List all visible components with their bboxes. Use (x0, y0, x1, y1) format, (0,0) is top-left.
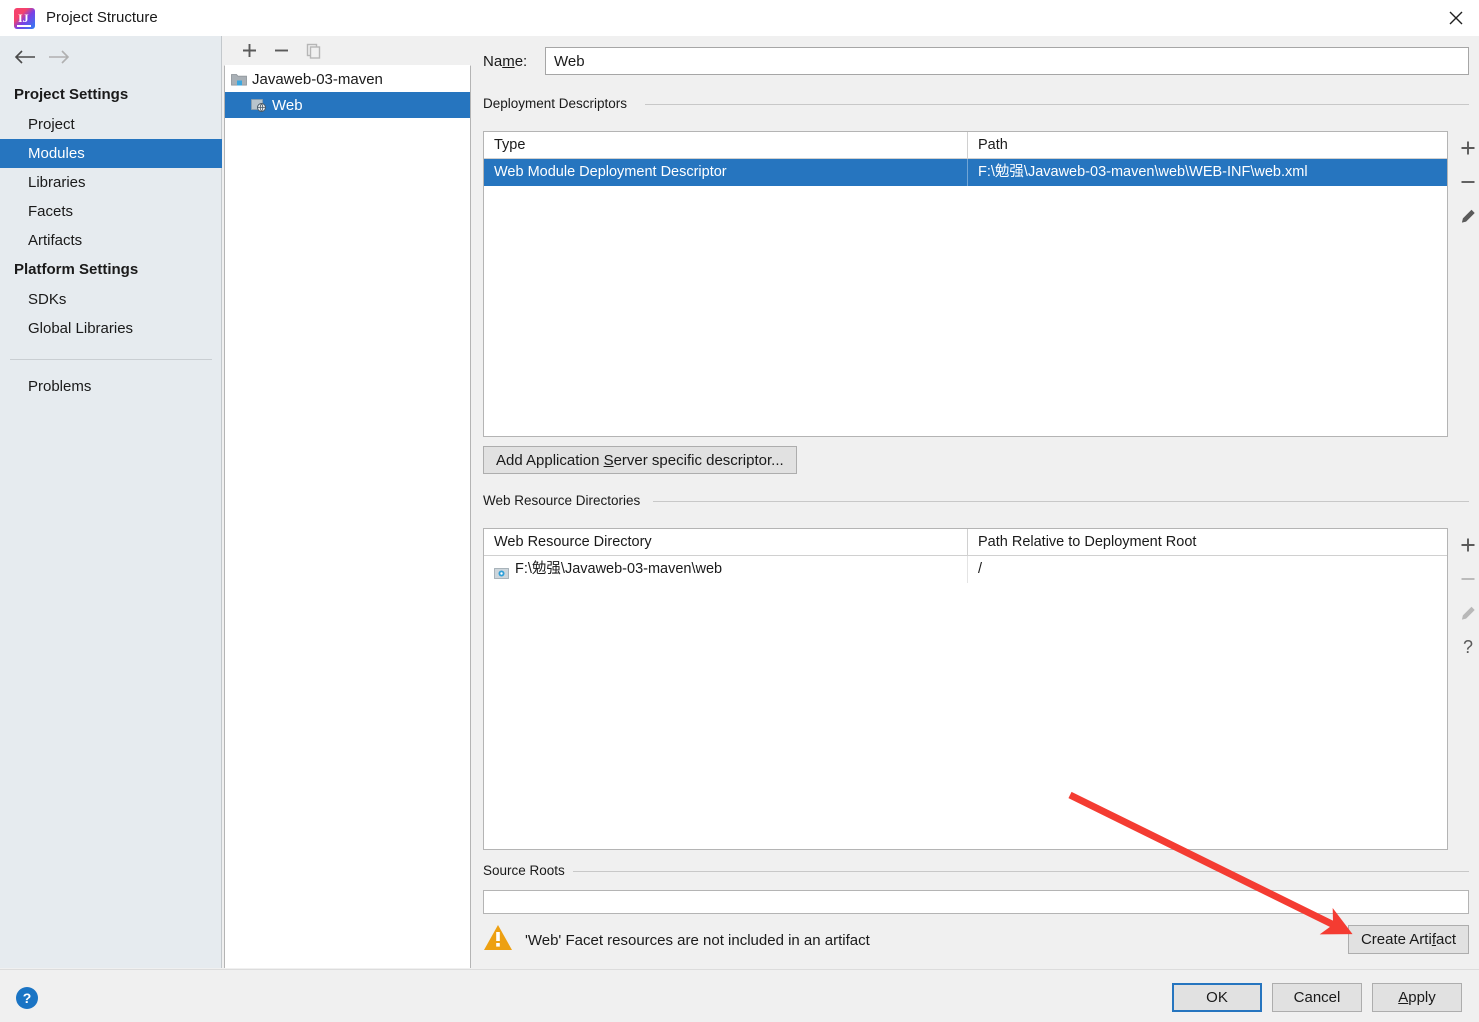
sidebar-item-facets[interactable]: Facets (0, 197, 222, 226)
settings-sidebar: Project Settings Project Modules Librari… (0, 36, 222, 968)
sidebar-divider (10, 359, 212, 360)
add-module-button[interactable] (233, 38, 265, 64)
ok-button[interactable]: OK (1172, 983, 1262, 1012)
cell-web-resource-directory: F:\勉强\Javaweb-03-maven\web (484, 556, 967, 583)
column-header-type[interactable]: Type (484, 132, 967, 159)
create-artifact-button[interactable]: Create Artifact (1347, 925, 1469, 954)
help-circle-icon[interactable]: ? (16, 987, 38, 1009)
table-row[interactable]: Web Module Deployment Descriptor F:\勉强\J… (484, 159, 1447, 186)
source-roots-box[interactable] (483, 890, 1469, 914)
table-header: Web Resource Directory Path Relative to … (484, 529, 1447, 556)
warning-triangle-icon (483, 924, 513, 956)
module-tree-panel: Javaweb-03-maven Web (223, 36, 472, 968)
sidebar-item-artifacts[interactable]: Artifacts (0, 226, 222, 255)
module-name-label: Name: (483, 52, 528, 70)
apply-button-label: Apply (1398, 989, 1436, 1006)
sidebar-item-global-libraries[interactable]: Global Libraries (0, 314, 222, 343)
sidebar-item-problems[interactable]: Problems (0, 372, 222, 401)
add-application-server-descriptor-button[interactable]: Add Application Server specific descript… (483, 446, 797, 474)
add-web-resource-button[interactable] (1451, 528, 1479, 562)
deployment-descriptors-table[interactable]: Type Path Web Module Deployment Descript… (483, 131, 1448, 437)
title-bar: IJ Project Structure (0, 0, 1479, 36)
sidebar-group-platform-settings: Platform Settings (14, 261, 139, 278)
remove-web-resource-button (1451, 562, 1479, 596)
column-header-web-resource-directory[interactable]: Web Resource Directory (484, 529, 967, 556)
help-web-resource-button[interactable]: ? (1451, 630, 1479, 664)
sidebar-item-sdks[interactable]: SDKs (0, 285, 222, 314)
table-header: Type Path (484, 132, 1447, 159)
edit-web-resource-button (1451, 596, 1479, 630)
cell-type: Web Module Deployment Descriptor (494, 164, 727, 180)
column-header-path[interactable]: Path (967, 132, 1447, 159)
settings-category-list: Project Settings Project Modules Librari… (0, 80, 222, 401)
module-tree[interactable]: Javaweb-03-maven Web (224, 65, 471, 968)
facet-warning-row: 'Web' Facet resources are not included i… (483, 924, 870, 956)
project-structure-dialog: IJ Project Structure Project Settings Pr… (0, 0, 1479, 1022)
window-title: Project Structure (46, 9, 158, 26)
arrow-left-icon[interactable] (8, 43, 42, 71)
arrow-right-icon[interactable] (42, 43, 76, 71)
module-tree-toolbar (223, 36, 472, 65)
module-settings-pane: Name: Deployment Descriptors Type Path W… (473, 36, 1479, 968)
tree-node-web[interactable]: Web (225, 92, 470, 118)
remove-descriptor-button[interactable] (1451, 165, 1479, 199)
sidebar-item-libraries[interactable]: Libraries (0, 168, 222, 197)
ok-button-label: OK (1206, 989, 1228, 1006)
web-facet-icon (251, 98, 267, 112)
intellij-idea-icon: IJ (14, 8, 35, 29)
web-resource-directories-group-label: Web Resource Directories (483, 493, 649, 508)
close-icon[interactable] (1433, 0, 1479, 36)
table-row[interactable]: F:\勉强\Javaweb-03-maven\web / (484, 556, 1447, 583)
folder-blue-icon (494, 563, 509, 579)
sidebar-item-project[interactable]: Project (0, 110, 222, 139)
module-name-row: Name: (483, 46, 1469, 76)
web-resource-directories-toolbar: ? (1451, 528, 1479, 664)
cell-relative-path: / (967, 556, 1447, 583)
apply-button[interactable]: Apply (1372, 983, 1462, 1012)
module-name-input[interactable] (545, 47, 1469, 75)
copy-module-button (297, 38, 329, 64)
cell-text: F:\勉强\Javaweb-03-maven\web (515, 561, 723, 577)
tree-node-label: Web (272, 96, 303, 114)
group-divider (653, 501, 1469, 502)
facet-warning-text: 'Web' Facet resources are not included i… (525, 931, 870, 949)
group-divider (568, 871, 1469, 872)
column-header-relative-path[interactable]: Path Relative to Deployment Root (967, 529, 1447, 556)
source-roots-group-label: Source Roots (483, 863, 573, 878)
deployment-descriptors-toolbar (1451, 131, 1479, 233)
edit-descriptor-button[interactable] (1451, 199, 1479, 233)
group-divider (645, 104, 1469, 105)
tree-node-javaweb-03-maven[interactable]: Javaweb-03-maven (225, 66, 470, 92)
cancel-button-label: Cancel (1293, 989, 1341, 1006)
sidebar-group-project-settings: Project Settings (14, 86, 129, 103)
web-resource-directories-table[interactable]: Web Resource Directory Path Relative to … (483, 528, 1448, 850)
module-folder-icon (231, 72, 247, 86)
navigation-arrows (8, 42, 98, 72)
sidebar-item-modules[interactable]: Modules (0, 139, 222, 168)
cell-path: F:\勉强\Javaweb-03-maven\web\WEB-INF\web.x… (967, 159, 1447, 186)
remove-module-button[interactable] (265, 38, 297, 64)
tree-node-label: Javaweb-03-maven (252, 70, 383, 88)
cancel-button[interactable]: Cancel (1272, 983, 1362, 1012)
deployment-descriptors-group-label: Deployment Descriptors (483, 96, 636, 111)
add-descriptor-button[interactable] (1451, 131, 1479, 165)
